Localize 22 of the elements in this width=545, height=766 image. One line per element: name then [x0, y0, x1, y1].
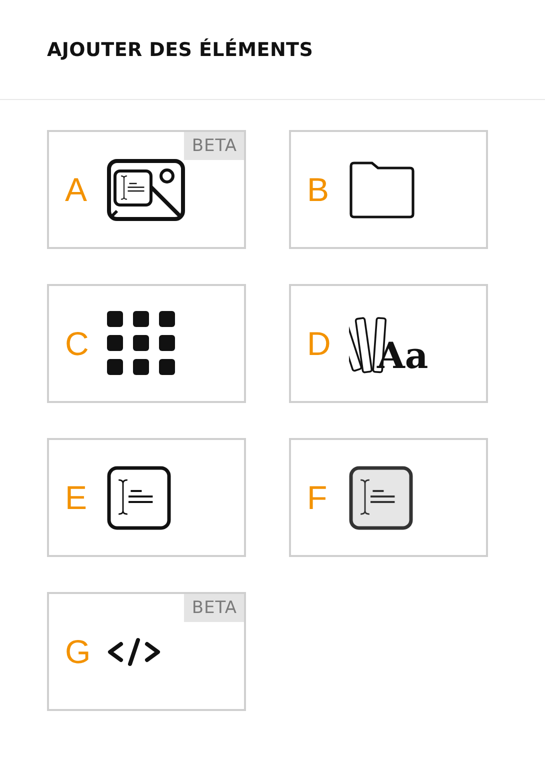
- element-card[interactable]: B: [289, 130, 488, 249]
- element-letter: E: [65, 478, 88, 516]
- element-letter: G: [65, 632, 92, 670]
- element-card[interactable]: A BETA: [47, 130, 246, 249]
- code-icon: [107, 636, 161, 666]
- panel-title: AJOUTER DES ÉLÉMENTS: [47, 38, 314, 60]
- element-card[interactable]: C: [47, 284, 246, 403]
- element-card[interactable]: G BETA: [47, 592, 246, 711]
- beta-badge: BETA: [184, 594, 244, 622]
- image-text-icon: [107, 158, 185, 220]
- folder-icon: [349, 160, 415, 218]
- text-box-icon: [107, 466, 171, 530]
- element-letter: B: [307, 170, 330, 208]
- grid-icon: [107, 310, 175, 376]
- element-letter: A: [65, 170, 88, 208]
- beta-badge: BETA: [184, 132, 244, 160]
- element-card[interactable]: E: [47, 438, 246, 557]
- element-letter: D: [307, 324, 332, 362]
- text-box-icon: [349, 466, 413, 530]
- element-card[interactable]: F: [289, 438, 488, 557]
- element-letter: C: [65, 324, 90, 362]
- element-letter: F: [307, 478, 328, 516]
